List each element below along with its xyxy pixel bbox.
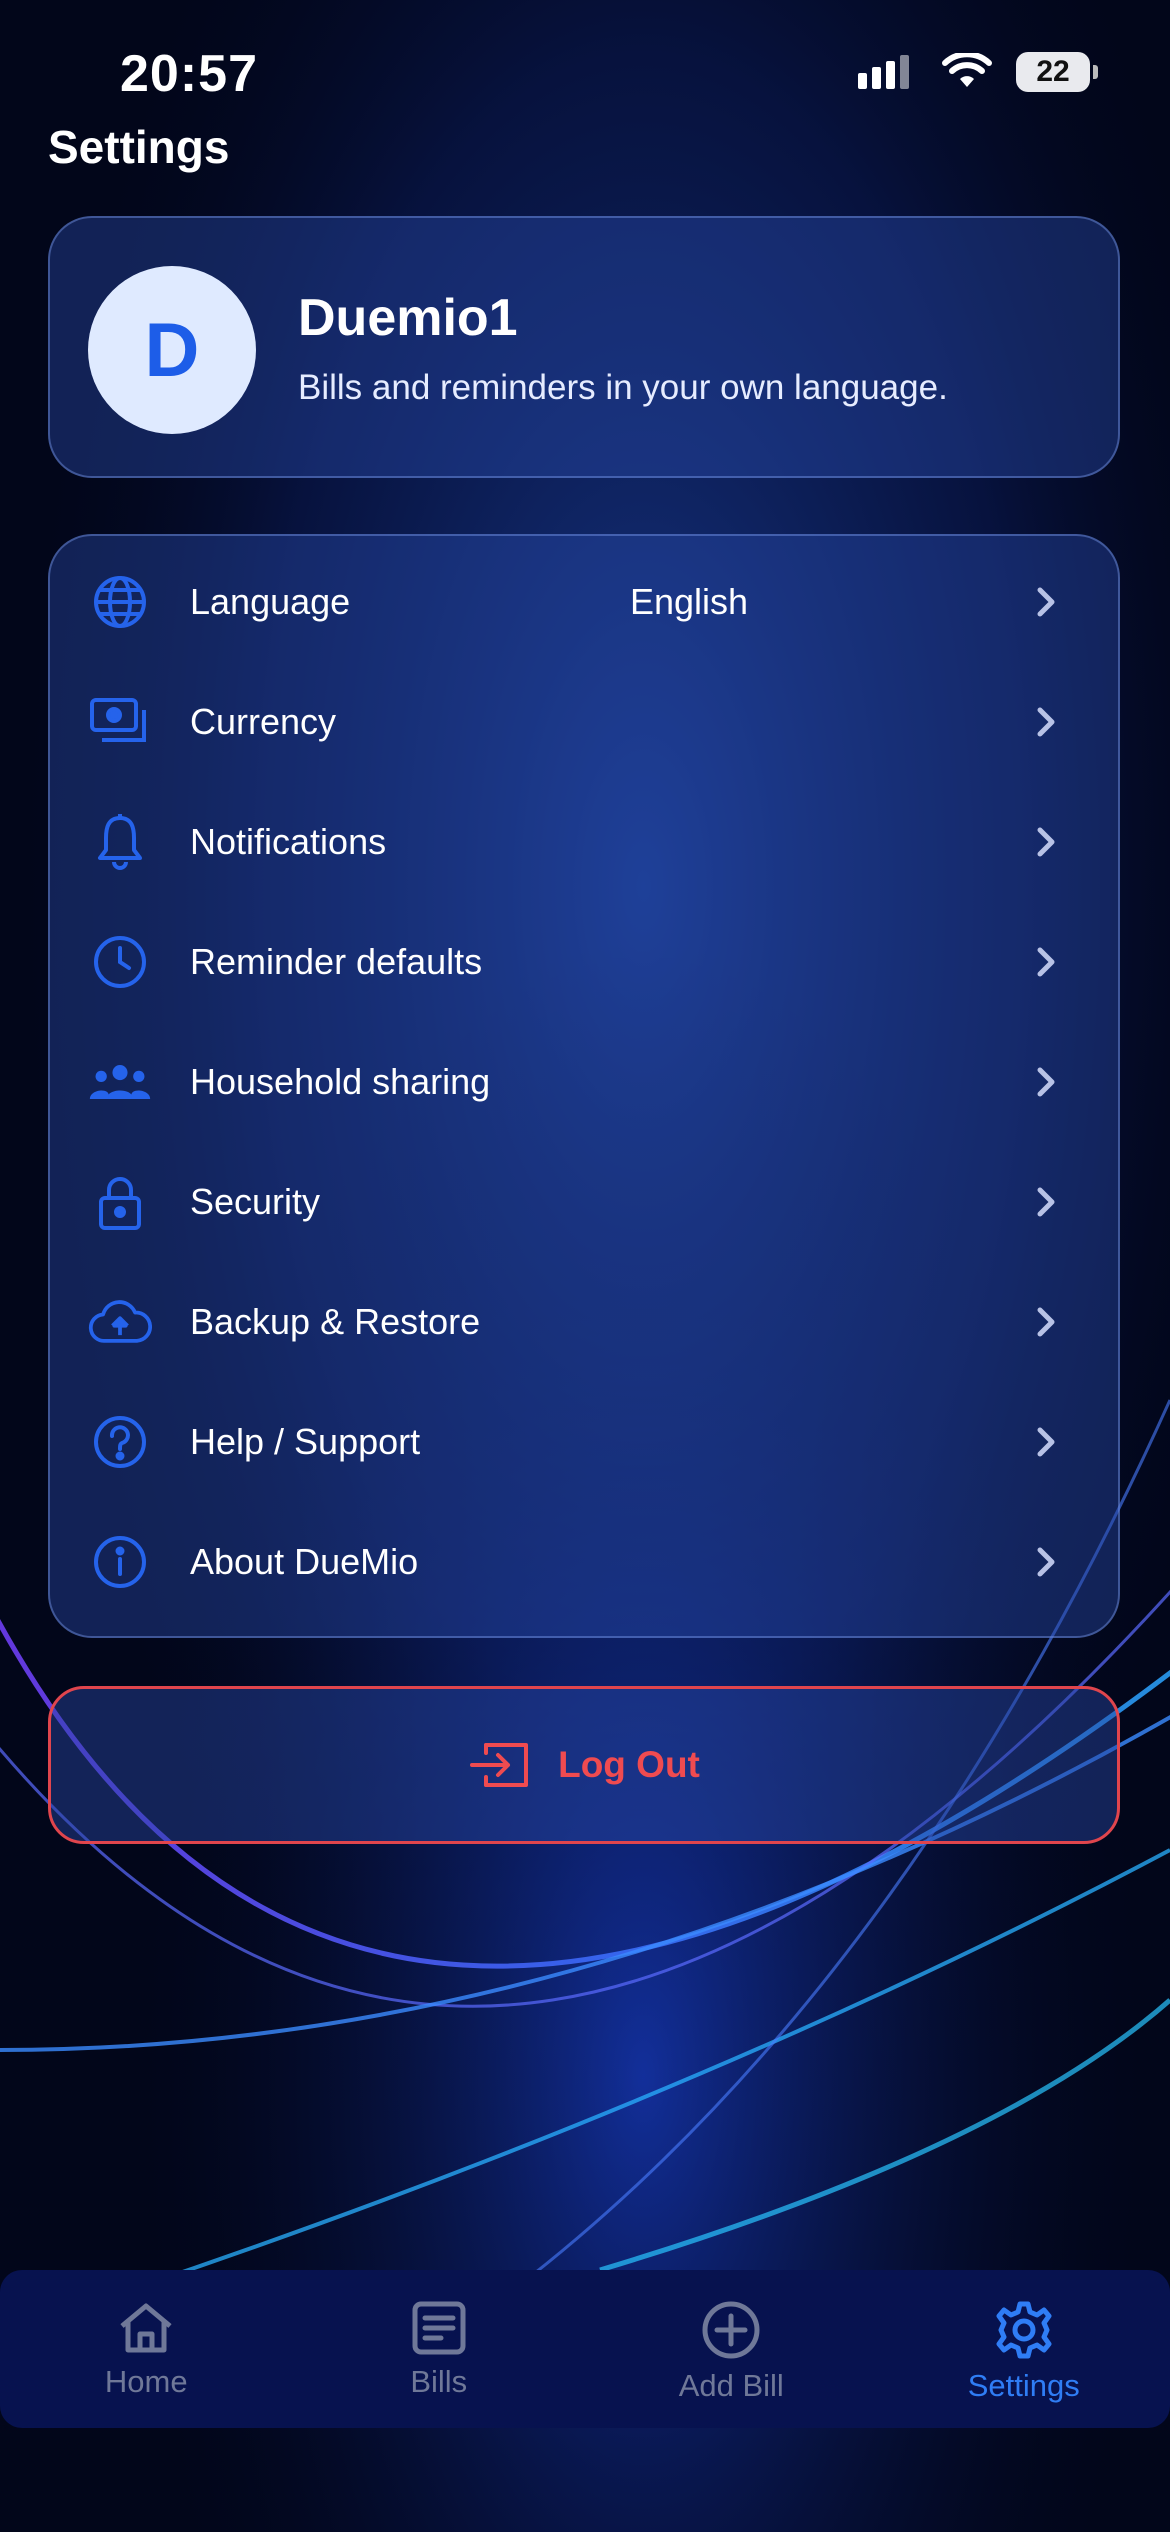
- menu-item-label: About DueMio: [190, 1541, 419, 1582]
- bills-icon: [412, 2301, 466, 2355]
- settings-menu: Language English Currency Notifications …: [48, 534, 1120, 1638]
- gear-icon: [996, 2301, 1052, 2359]
- status-time: 20:57: [120, 45, 258, 103]
- home-icon: [120, 2303, 172, 2353]
- chevron-right-icon: [1037, 947, 1055, 977]
- wifi-icon: [942, 53, 992, 87]
- menu-item-help-support[interactable]: Help / Support: [50, 1382, 1118, 1502]
- info-icon: [88, 1532, 152, 1592]
- tab-label: Settings: [967, 2368, 1080, 2403]
- tab-label: Add Bill: [678, 2368, 784, 2403]
- tab-home[interactable]: Home: [0, 2270, 293, 2428]
- chevron-right-icon: [1037, 827, 1055, 857]
- money-icon: [88, 692, 152, 752]
- chevron-right-icon: [1037, 587, 1055, 617]
- tab-settings[interactable]: Settings: [878, 2270, 1170, 2428]
- menu-item-currency[interactable]: Currency: [50, 662, 1118, 782]
- profile-tagline: Bills and reminders in your own language…: [298, 368, 948, 407]
- chevron-right-icon: [1037, 707, 1055, 737]
- clock-icon: [88, 932, 152, 992]
- bell-icon: [88, 812, 152, 872]
- tab-bar: Home Bills Add Bill Settings: [0, 2270, 1170, 2428]
- status-icons: 22: [856, 52, 1098, 92]
- chevron-right-icon: [1037, 1427, 1055, 1457]
- menu-item-about[interactable]: About DueMio: [50, 1502, 1118, 1622]
- logout-button[interactable]: Log Out: [48, 1686, 1120, 1844]
- menu-item-label: Backup & Restore: [190, 1301, 481, 1342]
- menu-item-label: Household sharing: [190, 1061, 491, 1102]
- menu-item-label: Notifications: [190, 821, 387, 862]
- cloud-upload-icon: [88, 1292, 152, 1352]
- lock-icon: [88, 1172, 152, 1232]
- chevron-right-icon: [1037, 1187, 1055, 1217]
- menu-item-household-sharing[interactable]: Household sharing: [50, 1022, 1118, 1142]
- logout-icon: [470, 1743, 529, 1787]
- people-icon: [88, 1052, 152, 1112]
- menu-item-label: Help / Support: [190, 1421, 421, 1462]
- add-circle-icon: [702, 2301, 760, 2359]
- tab-label: Home: [104, 2364, 188, 2399]
- logout-label: Log Out: [558, 1744, 700, 1785]
- menu-item-reminder-defaults[interactable]: Reminder defaults: [50, 902, 1118, 1022]
- help-icon: [88, 1412, 152, 1472]
- language-value: English: [630, 581, 749, 622]
- tab-label: Bills: [410, 2364, 468, 2399]
- menu-item-notifications[interactable]: Notifications: [50, 782, 1118, 902]
- profile-card[interactable]: D Duemio1 Bills and reminders in your ow…: [48, 216, 1120, 478]
- chevron-right-icon: [1037, 1307, 1055, 1337]
- profile-name: Duemio1: [298, 289, 518, 347]
- menu-item-language[interactable]: Language English: [50, 542, 1118, 662]
- menu-item-label: Language: [190, 581, 351, 622]
- chevron-right-icon: [1037, 1547, 1055, 1577]
- menu-item-backup-restore[interactable]: Backup & Restore: [50, 1262, 1118, 1382]
- menu-item-security[interactable]: Security: [50, 1142, 1118, 1262]
- tab-bills[interactable]: Bills: [293, 2270, 586, 2428]
- menu-item-label: Security: [190, 1181, 321, 1222]
- menu-item-label: Currency: [190, 701, 337, 742]
- menu-item-label: Reminder defaults: [190, 941, 483, 982]
- globe-icon: [88, 572, 152, 632]
- avatar: D: [88, 266, 256, 434]
- chevron-right-icon: [1037, 1067, 1055, 1097]
- battery-indicator: 22: [1016, 52, 1098, 92]
- tab-add-bill[interactable]: Add Bill: [585, 2270, 878, 2428]
- signal-icon: [858, 55, 909, 89]
- page-title: Settings: [48, 121, 230, 173]
